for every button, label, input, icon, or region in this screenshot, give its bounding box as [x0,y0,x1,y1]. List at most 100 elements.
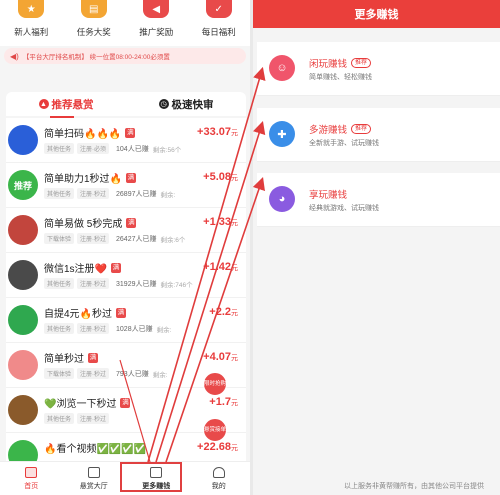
tab-label: 极速快审 [171,98,214,111]
reward-amount: +1.7 [209,396,231,408]
reward-unit: 元 [231,265,238,272]
task-remain: 剩余: [152,371,168,379]
shortcut-label: 新人福利 [14,27,49,37]
task-badge: 满 [88,352,98,363]
accept-order-button[interactable]: 悬赏接单 [203,418,227,442]
task-tag: 其他任务 [44,188,75,199]
task-reward: +1.42元 [203,261,238,273]
task-title-row: 简单助力1秒过🔥 满 [44,170,137,185]
footer-note: 以上服务非黄帮赚所有，由其他公司平台提供 [344,483,484,490]
reward-amount: +22.68 [197,441,231,453]
task-people: 26427人已赚 [116,235,157,243]
task-meta: 下载体验 注册·秒过 793人已赚 剩余: [44,368,168,379]
highlight-box [120,462,182,492]
task-tag: 其他任务 [44,278,75,289]
top-icon-row: ★ 新人福利 ▤ 任务大奖 ◀ 推广奖励 ✓ 每日福利 [0,0,250,46]
task-title: 简单秒过 [44,354,84,365]
task-title-row: 简单扫码🔥🔥🔥 满 [44,125,136,140]
task-title: 简单助力1秒过🔥 [44,174,123,185]
card-title: 享玩赚钱 [309,190,348,201]
gift-icon: ★ [18,0,45,18]
reward-unit: 元 [231,355,238,362]
task-tag: 注册·秒过 [77,278,110,289]
task-title: 简单扫码🔥🔥🔥 [44,129,122,140]
reward-amount: +5.08 [203,171,231,183]
reward-unit: 元 [231,130,238,137]
task-people: 31929人已赚 [116,280,157,288]
clipboard-icon: ▤ [80,0,107,18]
tab-recommended[interactable]: ▲ 推荐悬赏 [6,97,126,112]
task-remain: 剩余: [156,326,172,334]
reward-unit: 元 [231,220,238,227]
reward-unit: 元 [231,445,238,452]
shortcut-promo-reward[interactable]: ◀ 推广奖励 [127,0,185,46]
home-icon [25,466,38,478]
flash-sale-button[interactable]: 限时抢购 [203,372,227,396]
task-title-row: 微信1s注册❤️ 满 [44,260,122,275]
task-row[interactable]: 简单易做 5秒完成满 下载体验 注册·秒过 26427人已赚 剩余:6个 +1.33元 [6,208,246,253]
task-row[interactable]: 自提4元🔥秒过满 其他任务 注册·秒过 1028人已赚 剩余: +2.2元 [6,298,246,343]
earn-card-duoyou[interactable]: ✚ 多游赚钱 推荐 全新就手游、试玩赚钱 [257,108,500,162]
reward-amount: +33.07 [197,126,231,138]
card-desc: 经典就游戏、试玩赚钱 [309,205,379,212]
task-badge: 满 [120,397,131,408]
task-remain: 剩余: [160,191,176,199]
task-tag: 其他任务 [44,323,75,334]
task-badge: 满 [111,262,122,273]
task-tabs: ▲ 推荐悬赏 ◷ 极速快审 [6,92,246,118]
task-title: 简单易做 5秒完成 [44,219,123,230]
earn-card-xianwan[interactable]: ☺ 闲玩赚钱 推荐 简单赚钱、轻松赚钱 [257,42,500,96]
card-desc: 全新就手游、试玩赚钱 [309,140,379,147]
nav-label: 悬赏大厅 [79,482,108,490]
task-meta: 其他任务 注册·秒过 1028人已赚 剩余: [44,323,171,334]
reward-amount: +4.07 [203,351,231,363]
notice-bar[interactable]: ◀) 【平台大厅排名机制】 续一位置08:00-24:00必须置 [4,48,246,64]
shortcut-new-user[interactable]: ★ 新人福利 [2,0,60,46]
task-remain: 剩余:746个 [160,281,193,289]
task-title: 微信1s注册❤️ [44,264,108,275]
task-avatar [8,350,38,380]
task-title: 💚浏览一下秒过 [44,399,117,410]
earn-card-xiangwan[interactable]: ◕ 享玩赚钱 经典就游戏、试玩赚钱 [257,173,500,227]
reward-unit: 元 [231,400,238,407]
shortcut-label: 任务大奖 [76,27,111,37]
task-meta: 其他任务 注册·秒过 31929人已赚 剩余:746个 [44,278,193,289]
shortcut-task-prize[interactable]: ▤ 任务大奖 [65,0,123,46]
card-title-row: 闲玩赚钱 推荐 [309,56,372,70]
float-label: 悬赏接单 [204,426,227,433]
task-remain: 剩余:56个 [152,146,182,154]
card-tag: 推荐 [351,124,372,134]
left-screen: ★ 新人福利 ▤ 任务大奖 ◀ 推广奖励 ✓ 每日福利 ◀) 【平台大厅排名机制… [0,0,250,495]
clock-icon: ◷ [158,99,169,109]
speaker-icon: ◀) [10,51,19,61]
task-row[interactable]: 推荐 简单助力1秒过🔥 满 其他任务 注册·秒过 26897人已赚 剩余: +5.08元 [6,163,246,208]
task-tag: 注册·秒过 [77,323,110,334]
nav-home[interactable]: 首页 [0,462,63,495]
task-reward: +33.07元 [197,126,238,138]
shortcut-daily-bonus[interactable]: ✓ 每日福利 [190,0,248,46]
task-meta: 其他任务 注册·必须 104人已赚 剩余:56个 [44,143,181,154]
user-icon [212,466,225,478]
task-tag: 注册·必须 [77,143,110,154]
task-reward: +5.08元 [203,171,238,183]
megaphone-icon: ◀ [143,0,170,18]
reward-unit: 元 [231,310,238,317]
gamepad-robot-icon: ☺ [269,55,295,81]
task-row[interactable]: 微信1s注册❤️ 满 其他任务 注册·秒过 31929人已赚 剩余:746个 +1.42… [6,253,246,298]
nav-mine[interactable]: 我的 [188,462,251,495]
task-row[interactable]: 简单扫码🔥🔥🔥 满 其他任务 注册·必须 104人已赚 剩余:56个 +33.07元 [6,118,246,163]
reward-unit: 元 [231,175,238,182]
right-screen: 更多赚钱 ☺ 闲玩赚钱 推荐 简单赚钱、轻松赚钱 ✚ 多游赚钱 推荐 全新就手游、试… [253,0,500,495]
nav-reward-hall[interactable]: 悬赏大厅 [63,462,126,495]
task-tag: 注册·秒过 [77,233,110,244]
task-avatar [8,215,38,245]
card-title-row: 多游赚钱 推荐 [309,122,372,136]
reward-amount: +1.33 [203,216,231,228]
task-title-row: 💚浏览一下秒过满 [44,395,131,410]
task-reward: +1.33元 [203,216,238,228]
tab-fast-review[interactable]: ◷ 极速快审 [126,97,246,112]
notice-text: 【平台大厅排名机制】 续一位置08:00-24:00必须置 [22,54,170,61]
task-badge: 满 [125,127,136,138]
task-avatar [8,305,38,335]
hall-icon [87,466,100,478]
